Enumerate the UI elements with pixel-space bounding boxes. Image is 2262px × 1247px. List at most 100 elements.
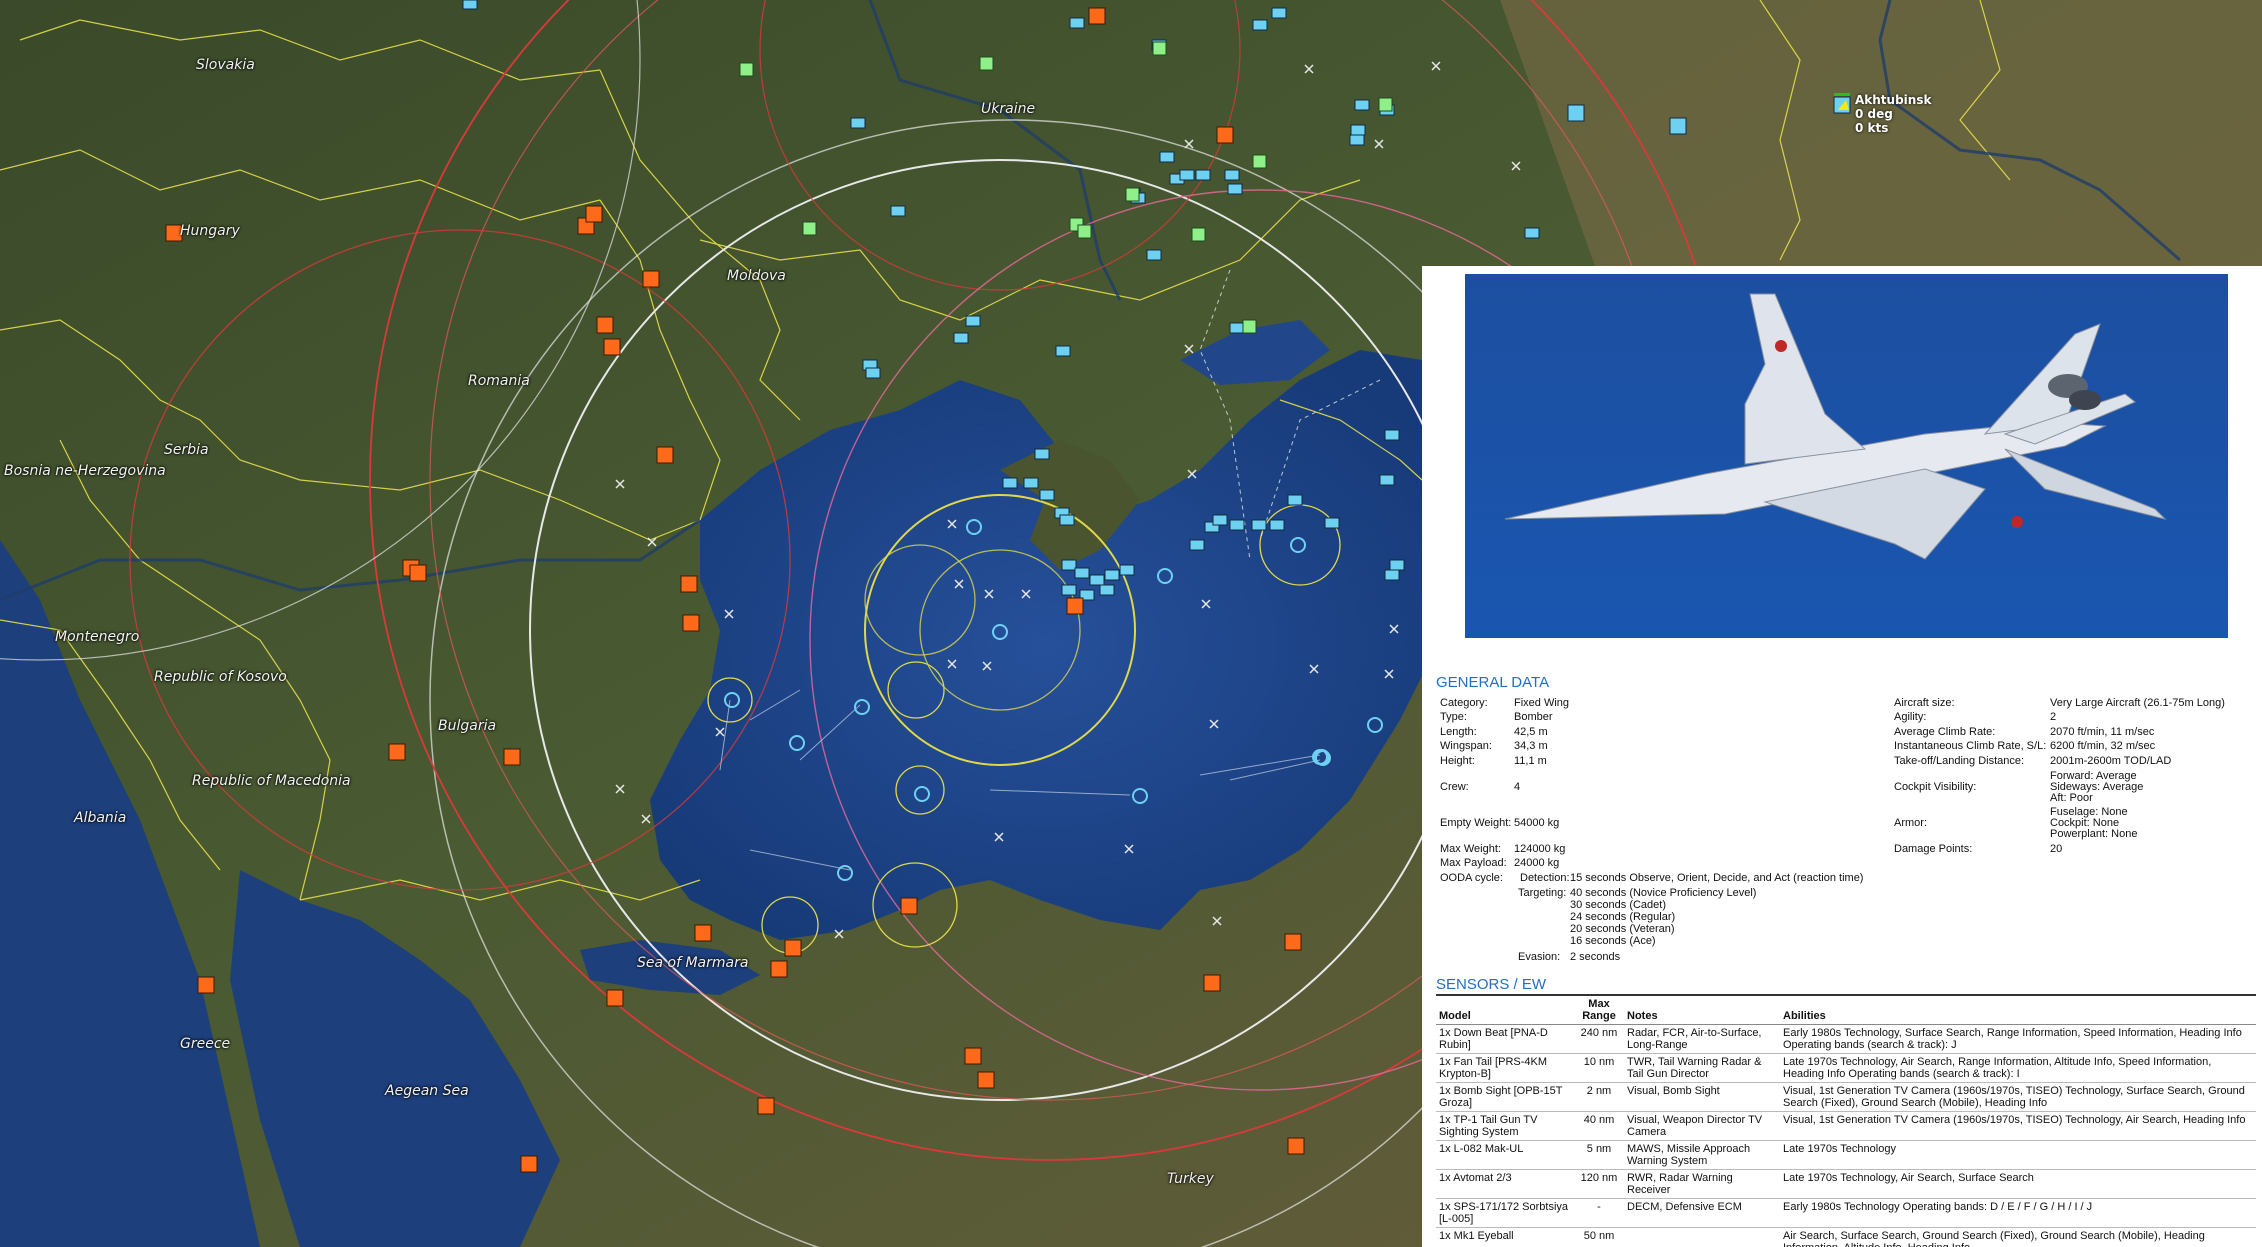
unit-speed: 0 kts bbox=[1855, 121, 1889, 135]
sensor-model[interactable]: 1x Fan Tail [PRS-4KM Krypton-B] bbox=[1436, 1053, 1574, 1083]
unit-heading: 0 deg bbox=[1855, 107, 1893, 121]
col-abilities[interactable]: Abilities bbox=[1780, 994, 2256, 1025]
sensor-abilities: Late 1970s Technology bbox=[1780, 1140, 2256, 1170]
gd-wingspan-label: Wingspan: bbox=[1440, 740, 1492, 752]
sensor-range: 10 nm bbox=[1574, 1053, 1624, 1083]
label-serbia: Serbia bbox=[164, 442, 209, 458]
gd-visibility-aft: Aft: Poor bbox=[2050, 792, 2093, 804]
gd-inst-climb-value: 6200 ft/min, 32 m/sec bbox=[2050, 740, 2156, 752]
gd-takeoff-value: 2001m-2600m TOD/LAD bbox=[2050, 755, 2172, 767]
table-row: 1x TP-1 Tail Gun TV Sighting System 40 n… bbox=[1436, 1111, 2256, 1141]
sensor-notes: RWR, Radar Warning Receiver bbox=[1624, 1169, 1780, 1199]
sensor-range: 240 nm bbox=[1574, 1024, 1624, 1054]
sensor-notes bbox=[1624, 1227, 1780, 1247]
ooda-targeting-ace: 16 seconds (Ace) bbox=[1570, 935, 1656, 947]
gd-crew-label: Crew: bbox=[1440, 781, 1469, 793]
table-row: 1x Down Beat [PNA-D Rubin] 240 nm Radar,… bbox=[1436, 1024, 2256, 1054]
sensors-table: Model Max Range Notes Abilities 1x Down … bbox=[1436, 994, 2256, 1247]
sensor-notes: Visual, Weapon Director TV Camera bbox=[1624, 1111, 1780, 1141]
ooda-detection-label: Detection: bbox=[1520, 872, 1570, 884]
gd-height-value: 11,1 m bbox=[1514, 755, 1547, 767]
sensors-header-row: Model Max Range Notes Abilities bbox=[1436, 994, 2256, 1025]
sensor-range: - bbox=[1574, 1198, 1624, 1228]
general-data-title: GENERAL DATA bbox=[1436, 674, 1550, 691]
gd-damage-label: Damage Points: bbox=[1894, 843, 1973, 855]
gd-height-label: Height: bbox=[1440, 755, 1475, 767]
gd-type-value: Bomber bbox=[1514, 711, 1553, 723]
col-max-range[interactable]: Max Range bbox=[1574, 994, 1624, 1025]
gd-climb-label: Average Climb Rate: bbox=[1894, 726, 1996, 738]
gd-takeoff-label: Take-off/Landing Distance: bbox=[1894, 755, 2025, 767]
label-moldova: Moldova bbox=[727, 268, 786, 284]
label-montenegro: Montenegro bbox=[55, 629, 140, 645]
sensor-model[interactable]: 1x Avtomat 2/3 bbox=[1436, 1169, 1574, 1199]
sensor-abilities: Early 1980s Technology, Surface Search, … bbox=[1780, 1024, 2256, 1054]
gd-category-value: Fixed Wing bbox=[1514, 697, 1570, 709]
table-row: 1x Bomb Sight [OPB-15T Groza] 2 nm Visua… bbox=[1436, 1082, 2256, 1112]
label-ukraine: Ukraine bbox=[981, 101, 1036, 117]
gd-size-label: Aircraft size: bbox=[1894, 697, 1955, 709]
table-row: 1x Avtomat 2/3 120 nm RWR, Radar Warning… bbox=[1436, 1169, 2256, 1199]
gd-category-label: Category: bbox=[1440, 697, 1488, 709]
sensor-notes: Visual, Bomb Sight bbox=[1624, 1082, 1780, 1112]
table-row: 1x SPS-171/172 Sorbtsiya [L-005] - DECM,… bbox=[1436, 1198, 2256, 1228]
gd-climb-value: 2070 ft/min, 11 m/sec bbox=[2050, 726, 2155, 738]
database-panel: GENERAL DATA Category: Fixed Wing Type: … bbox=[1422, 266, 2262, 1247]
gd-length-label: Length: bbox=[1440, 726, 1477, 738]
col-notes[interactable]: Notes bbox=[1624, 994, 1780, 1025]
sensor-model[interactable]: 1x TP-1 Tail Gun TV Sighting System bbox=[1436, 1111, 1574, 1141]
ooda-detection-value: 15 seconds Observe, Orient, Decide, and … bbox=[1570, 872, 1864, 884]
gd-length-value: 42,5 m bbox=[1514, 726, 1548, 738]
col-model[interactable]: Model bbox=[1436, 994, 1574, 1025]
sensor-range: 50 nm bbox=[1574, 1227, 1624, 1247]
sensor-range: 2 nm bbox=[1574, 1082, 1624, 1112]
gd-max-weight-label: Max Weight: bbox=[1440, 843, 1501, 855]
sensor-notes: Radar, FCR, Air-to-Surface, Long-Range bbox=[1624, 1024, 1780, 1054]
sensor-abilities: Late 1970s Technology, Air Search, Range… bbox=[1780, 1053, 2256, 1083]
sensor-model[interactable]: 1x L-082 Mak-UL bbox=[1436, 1140, 1574, 1170]
table-row: 1x Mk1 Eyeball 50 nm Air Search, Surface… bbox=[1436, 1227, 2256, 1247]
gd-agility-label: Agility: bbox=[1894, 711, 1927, 723]
gd-max-payload-label: Max Payload: bbox=[1440, 857, 1507, 869]
sensor-model[interactable]: 1x SPS-171/172 Sorbtsiya [L-005] bbox=[1436, 1198, 1574, 1228]
label-aegean: Aegean Sea bbox=[385, 1083, 469, 1099]
label-bulgaria: Bulgaria bbox=[438, 718, 497, 734]
ooda-label: OODA cycle: bbox=[1440, 872, 1503, 884]
label-albania: Albania bbox=[74, 810, 127, 826]
sensor-abilities: Air Search, Surface Search, Ground Searc… bbox=[1780, 1227, 2256, 1247]
label-macedonia: Republic of Macedonia bbox=[192, 773, 351, 789]
sensor-model[interactable]: 1x Down Beat [PNA-D Rubin] bbox=[1436, 1024, 1574, 1054]
label-romania: Romania bbox=[468, 373, 530, 389]
gd-wingspan-value: 34,3 m bbox=[1514, 740, 1548, 752]
gd-type-label: Type: bbox=[1440, 711, 1467, 723]
gd-visibility-label: Cockpit Visibility: bbox=[1894, 781, 1977, 793]
gd-armor-label: Armor: bbox=[1894, 817, 1927, 829]
sensor-model[interactable]: 1x Bomb Sight [OPB-15T Groza] bbox=[1436, 1082, 1574, 1112]
sensor-range: 40 nm bbox=[1574, 1111, 1624, 1141]
gd-agility-value: 2 bbox=[2050, 711, 2057, 723]
gd-inst-climb-label: Instantaneous Climb Rate, S/L: bbox=[1894, 740, 2047, 752]
label-hungary: Hungary bbox=[180, 223, 240, 239]
sensor-abilities: Visual, 1st Generation TV Camera (1960s/… bbox=[1780, 1111, 2256, 1141]
sensor-notes: MAWS, Missile Approach Warning System bbox=[1624, 1140, 1780, 1170]
sensor-abilities: Late 1970s Technology, Air Search, Surfa… bbox=[1780, 1169, 2256, 1199]
unit-readout: Akhtubinsk 0 deg 0 kts bbox=[1855, 93, 1931, 135]
table-row: 1x L-082 Mak-UL 5 nm MAWS, Missile Appro… bbox=[1436, 1140, 2256, 1170]
ooda-targeting-label: Targeting: bbox=[1518, 887, 1567, 899]
label-turkey: Turkey bbox=[1167, 1171, 1214, 1187]
sensor-model[interactable]: 1x Mk1 Eyeball bbox=[1436, 1227, 1574, 1247]
sensor-range: 120 nm bbox=[1574, 1169, 1624, 1199]
label-bosnia: Bosnia ne-Herzegovina bbox=[4, 463, 166, 479]
table-row: 1x Fan Tail [PRS-4KM Krypton-B] 10 nm TW… bbox=[1436, 1053, 2256, 1083]
sensors-title: SENSORS / EW bbox=[1436, 976, 1547, 993]
aircraft-photo bbox=[1465, 274, 2228, 638]
gd-max-payload-value: 24000 kg bbox=[1514, 857, 1560, 869]
sensor-abilities: Visual, 1st Generation TV Camera (1960s/… bbox=[1780, 1082, 2256, 1112]
unit-name: Akhtubinsk bbox=[1855, 93, 1932, 107]
sensor-abilities: Early 1980s Technology Operating bands: … bbox=[1780, 1198, 2256, 1228]
gd-crew-value: 4 bbox=[1514, 781, 1521, 793]
gd-armor-powerplant: Powerplant: None bbox=[2050, 828, 2138, 840]
gd-size-value: Very Large Aircraft (26.1-75m Long) bbox=[2050, 697, 2225, 709]
gd-max-weight-value: 124000 kg bbox=[1514, 843, 1566, 855]
gd-damage-value: 20 bbox=[2050, 843, 2063, 855]
